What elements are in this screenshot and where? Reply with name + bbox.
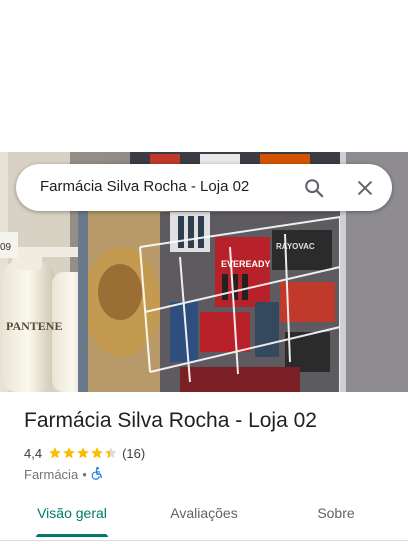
rating-stars [48,446,118,460]
star-icon [49,447,61,459]
search-input[interactable]: Farmácia Silva Rocha - Loja 02 [40,178,249,195]
active-tab-indicator [36,534,108,537]
pantene-label: PANTENE [6,319,62,333]
place-title: Farmácia Silva Rocha - Loja 02 [24,409,317,432]
tab-overview[interactable]: Visão geral [28,492,116,538]
rayovac-label: RAYOVAC [276,242,315,251]
star-icon [63,447,75,459]
search-bar[interactable]: Farmácia Silva Rocha - Loja 02 [16,164,392,211]
search-icon[interactable] [301,175,327,201]
svg-text:09: 09 [0,242,12,253]
star-icon [77,447,89,459]
wheelchair-icon [91,466,104,483]
tab-about[interactable]: Sobre [300,492,372,538]
place-category: Farmácia [24,466,79,482]
star-icon [91,447,103,459]
separator-dot: • [82,466,87,482]
rating-value: 4,4 [24,445,43,461]
category-row: Farmácia • [24,466,104,482]
review-count[interactable]: (16) [122,446,145,461]
close-icon[interactable] [352,175,378,201]
star-icon [105,447,117,459]
eveready-label: EVEREADY [221,259,271,269]
rating-summary[interactable]: 4,4 (16) [24,445,145,461]
place-tabs: Visão geral Avaliações Sobre [0,492,408,541]
tab-reviews[interactable]: Avaliações [156,492,252,538]
